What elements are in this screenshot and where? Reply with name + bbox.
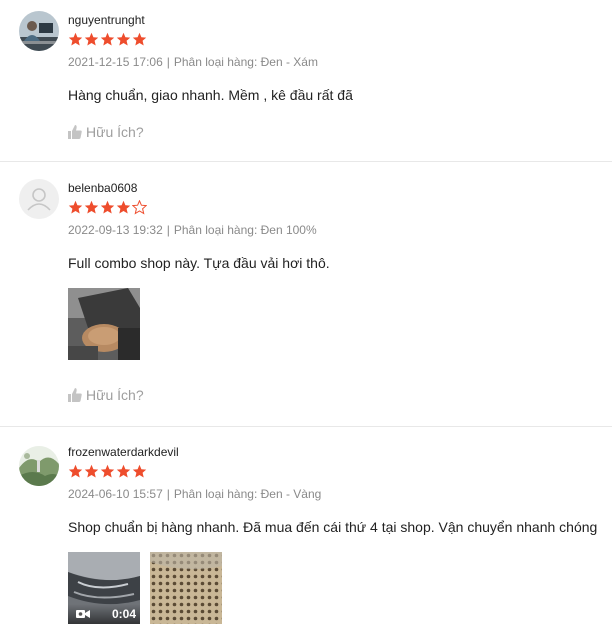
helpful-button[interactable]: Hữu Ích? [68, 387, 612, 403]
star-filled-icon [84, 464, 99, 478]
avatar[interactable] [19, 179, 59, 219]
review-item: nguyentrunght 2021-12-15 17:06 | Phân loại… [0, 0, 612, 162]
review-item: belenba0608 2022-09-13 19:32 | Phân loại h… [0, 162, 612, 427]
review-media [68, 288, 612, 360]
reviewer-username: frozenwaterdarkdevil [68, 445, 179, 459]
helpful-label: Hữu Ích? [86, 124, 144, 140]
star-filled-icon [100, 32, 115, 46]
meta-separator: | [166, 55, 170, 69]
review-meta: 2022-09-13 19:32 | Phân loại hàng: Đen 100… [68, 222, 612, 238]
star-filled-icon [100, 200, 115, 214]
avatar[interactable] [19, 446, 59, 486]
star-filled-icon [116, 32, 131, 46]
star-filled-icon [132, 32, 147, 46]
star-filled-icon [116, 464, 131, 478]
review-variant: Phân loại hàng: Đen - Vàng [173, 487, 322, 501]
star-filled-icon [68, 32, 83, 46]
review-comment: Shop chuẩn bị hàng nhanh. Đã mua đến cái… [68, 519, 598, 535]
star-filled-icon [68, 200, 83, 214]
review-variant: Phân loại hàng: Đen - Xám [173, 55, 318, 69]
review-video-thumbnail[interactable]: 0:04 [68, 552, 140, 624]
review-comment: Hàng chuẩn, giao nhanh. Mềm , kê đầu rất… [68, 87, 353, 103]
star-filled-icon [100, 464, 115, 478]
review-variant: Phân loại hàng: Đen 100% [173, 223, 317, 237]
default-user-icon [19, 179, 59, 219]
video-duration: 0:04 [111, 607, 136, 621]
review-comment: Full combo shop này. Tựa đầu vải hơi thô… [68, 255, 330, 271]
review-item: frozenwaterdarkdevil 2024-06-10 15:57 | Ph… [0, 427, 612, 632]
thumbs-up-icon [68, 125, 82, 139]
avatar[interactable] [19, 11, 59, 51]
avatar-photo [19, 446, 59, 486]
star-filled-icon [84, 200, 99, 214]
star-filled-icon [116, 200, 131, 214]
video-overlay: 0:04 [68, 604, 140, 624]
star-empty-icon [132, 200, 147, 215]
star-filled-icon [68, 464, 83, 478]
meta-separator: | [166, 487, 170, 501]
review-date: 2021-12-15 17:06 [68, 55, 163, 69]
review-media: 0:04 [68, 552, 612, 624]
star-filled-icon [132, 464, 147, 478]
meta-separator: | [166, 223, 170, 237]
review-date: 2022-09-13 19:32 [68, 223, 163, 237]
video-camera-icon [76, 609, 90, 619]
review-date: 2024-06-10 15:57 [68, 487, 163, 501]
avatar-photo [19, 11, 59, 51]
helpful-label: Hữu Ích? [86, 387, 144, 403]
review-photo-thumbnail[interactable] [150, 552, 222, 624]
rating-stars [68, 200, 612, 216]
star-filled-icon [84, 32, 99, 46]
reviewer-username: belenba0608 [68, 181, 138, 195]
review-photo-thumbnail[interactable] [68, 288, 140, 360]
thumbs-up-icon [68, 388, 82, 402]
helpful-button[interactable]: Hữu Ích? [68, 124, 612, 140]
rating-stars [68, 32, 612, 48]
rating-stars [68, 464, 612, 480]
review-meta: 2021-12-15 17:06 | Phân loại hàng: Đen - X… [68, 54, 612, 70]
reviewer-username: nguyentrunght [68, 13, 145, 27]
review-meta: 2024-06-10 15:57 | Phân loại hàng: Đen - V… [68, 486, 612, 502]
